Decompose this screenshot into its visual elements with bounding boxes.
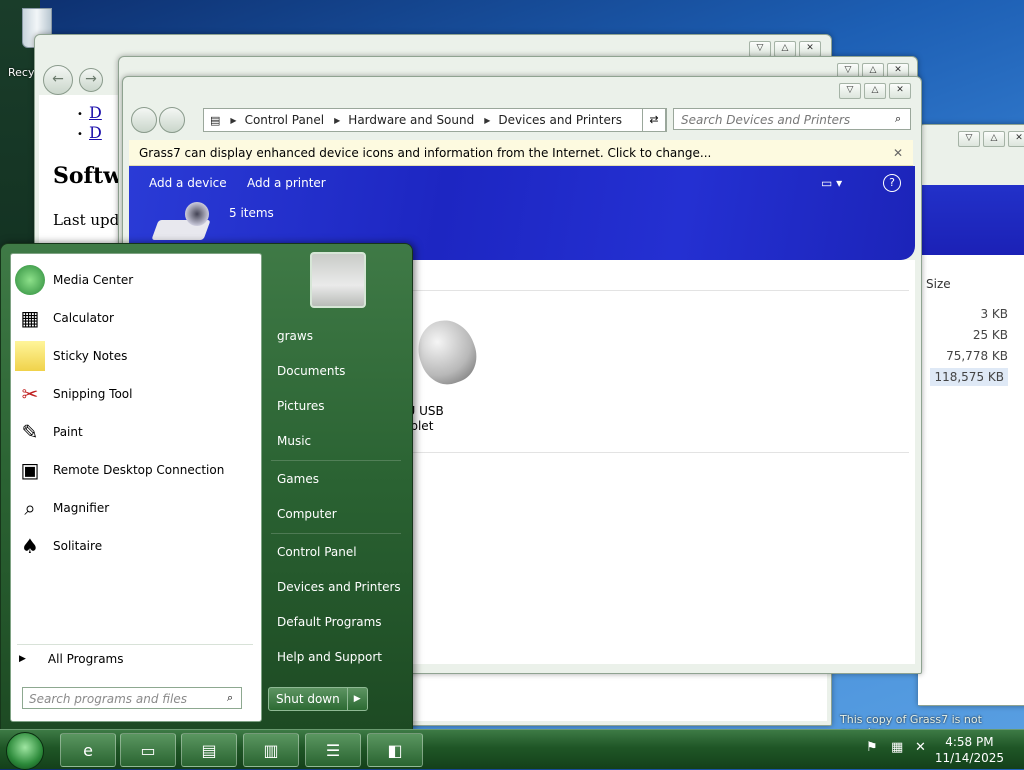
control-panel-icon: ▤: [210, 113, 221, 127]
nav-buttons: ← →: [43, 65, 103, 95]
clock[interactable]: 4:58 PM 11/14/2025: [935, 734, 1004, 766]
minimize-button[interactable]: ▽: [749, 41, 771, 57]
doc-link-2[interactable]: D: [89, 123, 102, 142]
doc-paragraph: Last upd: [53, 211, 120, 229]
flag-icon[interactable]: ⚑: [866, 740, 878, 755]
sticky-notes-icon: [15, 341, 45, 371]
minimize-button[interactable]: ▽: [958, 131, 980, 147]
taskbar-list-icon[interactable]: ☰: [305, 733, 361, 767]
program-sticky-notes[interactable]: Sticky Notes: [15, 339, 127, 373]
add-device-button[interactable]: Add a device: [149, 176, 227, 190]
window-caption-buttons: ▽ △ ✕: [749, 41, 821, 57]
taskbar-control-panel-icon[interactable]: ▤: [181, 733, 237, 767]
taskbar-devices-icon[interactable]: ◧: [367, 733, 423, 767]
doc-link-1[interactable]: D: [89, 103, 102, 122]
program-media-center[interactable]: Media Center: [15, 263, 133, 297]
window-caption-buttons: ▽ △ ✕: [958, 131, 1024, 147]
maximize-button[interactable]: △: [864, 83, 886, 99]
refresh-icon[interactable]: ⇄: [642, 108, 666, 132]
remote-desktop-icon: ▣: [20, 458, 40, 482]
chevron-right-icon: ▶: [19, 654, 26, 664]
recycle-bin-label: Recy: [8, 66, 35, 79]
file-size: 3 KB: [980, 307, 1008, 321]
start-item-games[interactable]: Games: [277, 472, 319, 486]
file-size-selected: 118,575 KB: [930, 368, 1008, 386]
clock-time: 4:58 PM: [945, 735, 994, 749]
close-button[interactable]: ✕: [1008, 131, 1024, 147]
search-icon: ⌕: [895, 112, 902, 125]
start-item-devices-and-printers[interactable]: Devices and Printers: [277, 580, 401, 594]
taskbar-document-icon[interactable]: ▥: [243, 733, 299, 767]
command-bar: [918, 185, 1024, 255]
program-calculator[interactable]: ▦ Calculator: [15, 301, 114, 335]
file-size: 75,778 KB: [946, 349, 1008, 363]
nav-buttons: [131, 107, 185, 133]
add-printer-button[interactable]: Add a printer: [247, 176, 326, 190]
taskbar: e ▭ ▤ ▥ ☰ ◧ ⚑ ▦ ✕ 4:58 PM 11/14/2025: [0, 729, 1024, 770]
search-icon: ⌕: [227, 691, 234, 704]
start-menu: Media Center ▦ Calculator Sticky Notes ✂…: [0, 243, 413, 730]
forward-button[interactable]: →: [79, 68, 103, 92]
mouse-device-icon[interactable]: [409, 312, 485, 392]
avatar[interactable]: [310, 252, 366, 308]
close-icon[interactable]: ✕: [893, 140, 903, 166]
shutdown-button-group: Shut down ▶: [268, 687, 368, 711]
taskbar-internet-explorer-icon[interactable]: e: [60, 733, 116, 767]
start-button[interactable]: [6, 732, 44, 770]
start-item-default-programs[interactable]: Default Programs: [277, 615, 382, 629]
solitaire-icon: ♠: [21, 534, 39, 558]
start-item-computer[interactable]: Computer: [277, 507, 337, 521]
forward-button[interactable]: [159, 107, 185, 133]
shutdown-options-arrow[interactable]: ▶: [348, 688, 367, 710]
search-input[interactable]: Search Devices and Printers: [673, 108, 911, 130]
size-column-header[interactable]: Size: [926, 277, 951, 291]
start-item-help-and-support[interactable]: Help and Support: [277, 650, 382, 664]
breadcrumb-hardware-and-sound[interactable]: Hardware and Sound: [348, 113, 474, 127]
clock-date: 11/14/2025: [934, 751, 1004, 765]
media-center-icon: [15, 265, 45, 295]
breadcrumb-devices-and-printers[interactable]: Devices and Printers: [498, 113, 622, 127]
item-count: 5 items: [229, 206, 274, 220]
program-paint[interactable]: ✎ Paint: [15, 415, 83, 449]
network-icon[interactable]: ▦: [891, 740, 903, 755]
start-item-pictures[interactable]: Pictures: [277, 399, 325, 413]
back-button[interactable]: [131, 107, 157, 133]
doc-heading: Softw: [53, 163, 123, 189]
start-item-music[interactable]: Music: [277, 434, 311, 448]
start-search-input[interactable]: Search programs and files: [22, 687, 242, 709]
paint-icon: ✎: [21, 420, 39, 444]
taskbar-explorer-icon[interactable]: ▭: [120, 733, 176, 767]
start-item-user[interactable]: graws: [277, 329, 313, 343]
info-bar[interactable]: Grass7 can display enhanced device icons…: [129, 140, 913, 166]
start-item-control-panel[interactable]: Control Panel: [277, 545, 357, 559]
program-snipping-tool[interactable]: ✂ Snipping Tool: [15, 377, 133, 411]
snipping-tool-icon: ✂: [21, 382, 39, 406]
address-bar[interactable]: ▤ ▶ Control Panel ▶ Hardware and Sound ▶ De…: [203, 108, 667, 132]
devices-printer-icon: [151, 200, 211, 246]
file-list: Size 3 KB 25 KB 75,778 KB 118,575 KB: [918, 255, 1024, 705]
file-size: 25 KB: [972, 328, 1008, 342]
all-programs-button[interactable]: ▶ All Programs: [19, 652, 124, 666]
maximize-button[interactable]: △: [983, 131, 1005, 147]
calculator-icon: ▦: [20, 306, 40, 330]
volume-muted-icon[interactable]: ✕: [915, 740, 926, 755]
magnifier-icon: ⌕: [24, 496, 36, 520]
close-button[interactable]: ✕: [889, 83, 911, 99]
minimize-button[interactable]: ▽: [839, 83, 861, 99]
back-button[interactable]: ←: [43, 65, 73, 95]
view-icon[interactable]: ▭ ▾: [821, 176, 842, 190]
breadcrumb-control-panel[interactable]: Control Panel: [245, 113, 325, 127]
maximize-button[interactable]: △: [774, 41, 796, 57]
window-caption-buttons: ▽ △ ✕: [839, 83, 911, 99]
program-magnifier[interactable]: ⌕ Magnifier: [15, 491, 109, 525]
program-solitaire[interactable]: ♠ Solitaire: [15, 529, 102, 563]
right-background-window[interactable]: ▽ △ ✕ Size 3 KB 25 KB 75,778 KB 118,575 …: [918, 124, 1024, 706]
shutdown-button[interactable]: Shut down: [269, 688, 348, 710]
help-icon[interactable]: ?: [883, 174, 901, 192]
start-menu-programs-panel: Media Center ▦ Calculator Sticky Notes ✂…: [10, 253, 262, 722]
program-remote-desktop[interactable]: ▣ Remote Desktop Connection: [15, 453, 225, 487]
start-item-documents[interactable]: Documents: [277, 364, 345, 378]
close-button[interactable]: ✕: [799, 41, 821, 57]
info-bar-text: Grass7 can display enhanced device icons…: [139, 146, 712, 160]
